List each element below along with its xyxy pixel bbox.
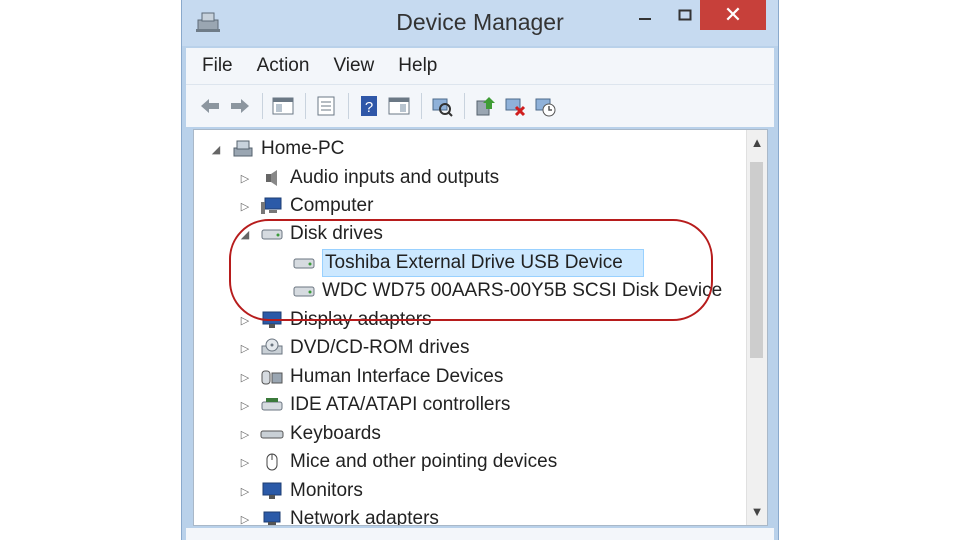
toolbar-separator (348, 93, 349, 119)
close-icon: ✕ (723, 2, 743, 27)
toolbar: ? (186, 84, 774, 127)
ide-controller-icon (261, 398, 283, 411)
show-hide-tree-icon (272, 97, 294, 115)
toolbar-separator (262, 93, 263, 119)
maximize-icon (678, 9, 692, 21)
tree-item-audio[interactable]: ▷ Audio inputs and outputs (238, 164, 499, 192)
update-driver-button[interactable] (473, 94, 497, 118)
tree-item-monitors[interactable]: ▷ Monitors (238, 477, 363, 505)
tree-item-label: Computer (290, 195, 374, 216)
uninstall-device-button[interactable] (503, 94, 527, 118)
keyboard-icon (260, 430, 284, 439)
tree-item-label: Human Interface Devices (290, 366, 504, 387)
menu-file[interactable]: File (202, 55, 233, 77)
tree-root[interactable]: ◢ Home-PC (209, 135, 345, 163)
uninstall-device-icon (505, 98, 526, 117)
tree-item-label: Mice and other pointing devices (290, 451, 558, 472)
tree-item-label: DVD/CD-ROM drives (290, 337, 470, 358)
enable-device-button[interactable] (533, 94, 557, 118)
toolbar-separator (421, 93, 422, 119)
menu-view[interactable]: View (333, 55, 374, 77)
scroll-down-icon[interactable]: ▼ (747, 501, 767, 523)
toolbar-separator (464, 93, 465, 119)
menu-bar: File Action View Help (186, 48, 774, 84)
maximize-button[interactable] (668, 0, 702, 30)
tree-item-dvd[interactable]: ▷ DVD/CD-ROM drives (238, 334, 470, 362)
menu-action[interactable]: Action (257, 55, 310, 77)
monitor-icon (262, 482, 282, 499)
update-driver-icon (476, 97, 495, 116)
menu-help[interactable]: Help (398, 55, 437, 77)
scan-hardware-icon (432, 98, 453, 117)
mouse-icon (266, 453, 278, 471)
tree-item-mice[interactable]: ▷ Mice and other pointing devices (238, 448, 557, 476)
network-adapter-icon (263, 511, 281, 525)
hid-icon (261, 370, 283, 385)
scrollbar-thumb[interactable] (750, 162, 763, 358)
tree-item-label: Keyboards (290, 423, 381, 444)
tree-item-computer[interactable]: ▷ Computer (238, 192, 374, 220)
speaker-icon (266, 170, 277, 186)
close-button[interactable]: ✕ (700, 0, 766, 30)
tree-item-keyboards[interactable]: ▷ Keyboards (238, 420, 381, 448)
tree-item-hid[interactable]: ▷ Human Interface Devices (238, 363, 504, 391)
vertical-scrollbar[interactable]: ▲ ▼ (746, 130, 767, 525)
expand-arrow-icon[interactable]: ▷ (238, 172, 252, 185)
title-bar[interactable]: Device Manager ✕ (182, 0, 778, 46)
expand-arrow-icon[interactable]: ▷ (238, 371, 252, 384)
tree-item-label: Monitors (290, 480, 363, 501)
back-button[interactable] (198, 94, 222, 118)
help-icon: ? (361, 96, 377, 116)
scroll-up-icon[interactable]: ▲ (747, 132, 767, 154)
back-arrow-icon (201, 99, 219, 113)
highlight-ring (229, 219, 713, 321)
expand-arrow-icon[interactable]: ▷ (238, 428, 252, 441)
expand-arrow-icon[interactable]: ▷ (238, 342, 252, 355)
minimize-icon (639, 18, 651, 20)
tree-item-label: IDE ATA/ATAPI controllers (290, 394, 511, 415)
tree-root-label: Home-PC (261, 138, 345, 159)
tree-item-label: Network adapters (290, 508, 439, 526)
expand-arrow-icon[interactable]: ▷ (238, 399, 252, 412)
properties-icon (317, 96, 335, 116)
tree-item-label: Audio inputs and outputs (290, 167, 500, 188)
status-bar (186, 528, 774, 540)
forward-button[interactable] (228, 94, 252, 118)
optical-drive-icon (261, 338, 283, 355)
computer-icon (233, 140, 253, 157)
action-pane-button[interactable] (387, 94, 411, 118)
toolbar-separator (305, 93, 306, 119)
show-hide-tree-button[interactable] (271, 94, 295, 118)
tree-item-network[interactable]: ▷ Network adapters (238, 505, 439, 526)
minimize-button[interactable] (628, 0, 662, 30)
scan-hardware-button[interactable] (430, 94, 454, 118)
action-pane-icon (388, 97, 410, 115)
device-tree[interactable]: ◢ Home-PC ▷ Audio inputs and outputs ▷ C… (193, 129, 768, 526)
computer-icon (261, 197, 282, 214)
enable-device-icon (535, 98, 556, 117)
expand-arrow-icon[interactable]: ▷ (238, 456, 252, 469)
properties-button[interactable] (314, 94, 338, 118)
svg-text:?: ? (365, 99, 373, 116)
collapse-arrow-icon[interactable]: ◢ (209, 143, 223, 156)
tree-item-ide[interactable]: ▷ IDE ATA/ATAPI controllers (238, 391, 511, 419)
expand-arrow-icon[interactable]: ▷ (238, 485, 252, 498)
help-button[interactable]: ? (357, 94, 381, 118)
expand-arrow-icon[interactable]: ▷ (238, 513, 252, 526)
expand-arrow-icon[interactable]: ▷ (238, 200, 252, 213)
forward-arrow-icon (231, 99, 249, 113)
